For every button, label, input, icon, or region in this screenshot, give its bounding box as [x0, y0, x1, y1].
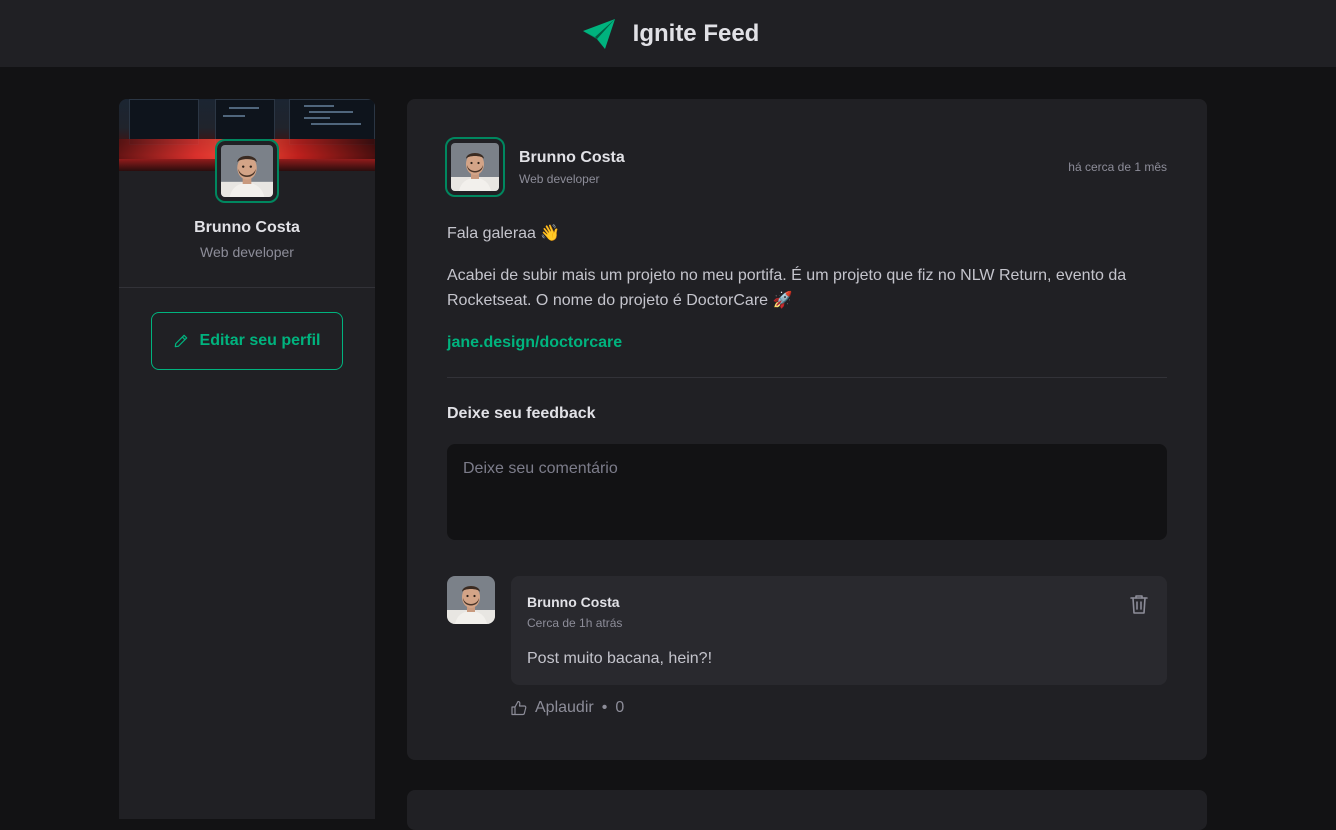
post-author-avatar[interactable] [445, 137, 505, 197]
post-author-name: Brunno Costa [519, 149, 625, 166]
comment-avatar[interactable] [447, 576, 495, 624]
profile-role: Web developer [200, 244, 294, 260]
post-author-role: Web developer [519, 172, 600, 186]
comment-input[interactable] [447, 444, 1167, 540]
pencil-icon [174, 334, 187, 348]
next-post-card [407, 790, 1207, 830]
sidebar-divider [119, 287, 375, 288]
comment-author: Brunno Costa [527, 594, 620, 610]
sidebar-avatar[interactable] [215, 139, 279, 203]
app-title: Ignite Feed [632, 19, 760, 47]
post-divider [447, 377, 1167, 378]
post-content: Fala galeraa 👋 Acabei de subir mais um p… [447, 221, 1167, 372]
post-card: Brunno Costa Web developer há cerca de 1… [407, 99, 1207, 760]
paper-plane-logo-icon [582, 18, 615, 49]
edit-profile-label: Editar seu perfil [199, 332, 321, 349]
applaud-separator: • [601, 699, 608, 716]
post-published-time: há cerca de 1 mês [1068, 160, 1167, 174]
comment-box: Brunno Costa Cerca de 1h atrás Post muit… [511, 576, 1167, 685]
post-greeting: Fala galeraa 👋 [447, 225, 561, 242]
feedback-label: Deixe seu feedback [447, 405, 596, 422]
comment-text: Post muito bacana, hein?! [527, 650, 713, 667]
edit-profile-button[interactable]: Editar seu perfil [151, 312, 343, 370]
app-header: Ignite Feed [0, 0, 1336, 67]
post-body: Acabei de subir mais um projeto no meu p… [447, 267, 1127, 309]
applaud-count: 0 [615, 699, 625, 716]
applaud-label: Aplaudir [535, 699, 594, 716]
thumbs-up-icon [511, 700, 527, 716]
profile-sidebar: Brunno Costa Web developer Editar seu pe… [119, 99, 375, 819]
trash-icon[interactable] [1127, 592, 1151, 616]
post-link[interactable]: jane.design/doctorcare [447, 334, 622, 351]
applaud-button[interactable]: Aplaudir • 0 [511, 699, 624, 717]
profile-name: Brunno Costa [194, 219, 300, 236]
comment-time: Cerca de 1h atrás [527, 616, 623, 630]
logo[interactable]: Ignite Feed [581, 17, 760, 51]
